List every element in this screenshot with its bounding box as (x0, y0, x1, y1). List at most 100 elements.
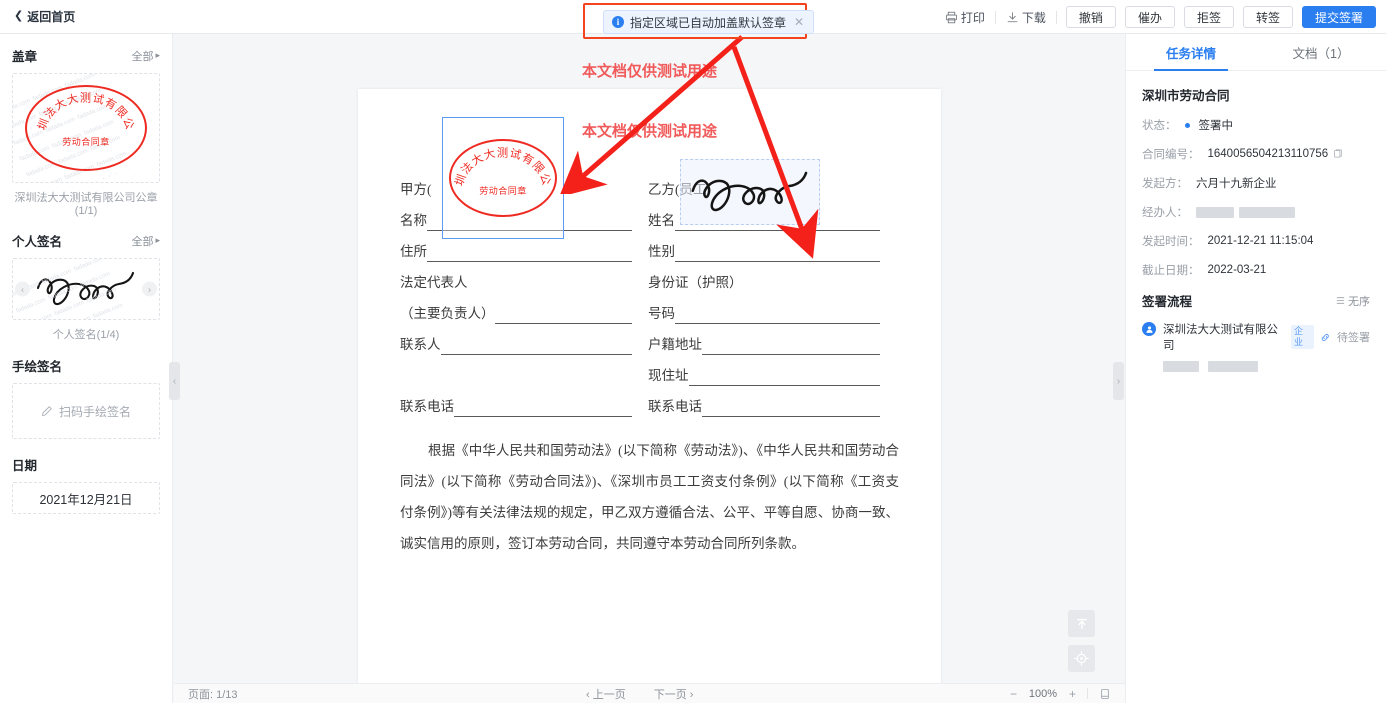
unordered-icon (1336, 297, 1345, 304)
document-viewer[interactable]: 本文档仅供测试用途 本文档仅供测试用途 甲方(圳法大大测试有限公 劳动合同章 … (174, 34, 1125, 683)
placed-seal-image: 深圳法大大测试有限公司 劳动合同章 (449, 139, 557, 217)
zoom-in-button[interactable]: + (1069, 687, 1076, 701)
detail-deadline: 截止日期： 2022-03-21 (1142, 262, 1370, 278)
field-party-a-phone: 联系电话 (400, 386, 632, 417)
right-panel: 任务详情 文档（1） 深圳市劳动合同 状态： 签署中 合同编号： 1640056… (1125, 34, 1386, 703)
download-icon (1007, 11, 1018, 22)
seal-view-all-label: 全部 (131, 50, 154, 63)
field-label: 联系人 (400, 337, 441, 352)
next-page-label: 下一页 (653, 688, 687, 701)
back-home-button[interactable]: ❮ 返回首页 (14, 8, 75, 25)
contract-title: 深圳市劳动合同 (1142, 89, 1230, 103)
detail-value (1196, 206, 1295, 218)
party-b-column: 乙方(员工) 姓名 性别 (648, 159, 880, 417)
prev-page-button[interactable]: ‹ 上一页 (586, 686, 626, 702)
participant-line: 深圳法大大测试有限公司 企业 待签署 (1163, 321, 1370, 353)
detail-contract-number: 合同编号： 1640056504213110756 (1142, 146, 1370, 162)
reject-sign-button[interactable]: 拒签 (1183, 6, 1234, 28)
field-label: 住所 (400, 244, 427, 259)
field-label: 户籍地址 (648, 337, 702, 352)
left-sidebar: 盖章 全部 ▸ fadada.com fadada.com fadada.com… (0, 34, 173, 703)
target-locate-icon (1074, 651, 1089, 666)
detail-value: 六月十九新企业 (1196, 178, 1277, 190)
scan-handwrite-button[interactable]: 扫码手绘签名 (12, 383, 160, 439)
tab-documents[interactable]: 文档（1） (1256, 34, 1386, 70)
print-button[interactable]: 打印 (935, 7, 995, 27)
field-line (675, 307, 880, 324)
auto-seal-notification: i 指定区域已自动加盖默认签章 ✕ (603, 10, 815, 34)
field-party-a-contact: 联系人 (400, 324, 632, 355)
zoom-controls: − 100% + (1010, 687, 1111, 701)
company-seal-image: 深圳法大大测试有限公司 劳动合同章 (25, 85, 147, 171)
signature-section-title: 个人签名 (12, 235, 63, 249)
collapse-left-panel-handle[interactable]: ‹ (169, 362, 180, 400)
field-label: 现住址 (648, 368, 689, 383)
task-details-body: 深圳市劳动合同 状态： 签署中 合同编号： 164005650421311075… (1126, 71, 1386, 377)
copy-icon[interactable] (1333, 149, 1343, 159)
page-indicator-label: 页面: (188, 688, 214, 701)
handwriting-section-title: 手绘签名 (12, 360, 63, 374)
signature-thumbnail[interactable]: fadada.com fadada.com fadada.com fadada.… (12, 258, 160, 320)
revoke-button[interactable]: 撤销 (1065, 6, 1116, 28)
download-button[interactable]: 下载 (996, 7, 1056, 27)
detail-initiator: 发起方： 六月十九新企业 (1142, 175, 1370, 191)
scroll-to-top-button[interactable] (1068, 610, 1095, 637)
party-a-header-label: 甲方( (400, 182, 432, 197)
signature-next-button[interactable]: › (142, 281, 157, 297)
field-party-b-household-address: 户籍地址 (648, 324, 880, 355)
tab-task-details[interactable]: 任务详情 (1126, 34, 1256, 71)
chevron-right-icon: ▸ (155, 50, 160, 60)
zoom-divider (1087, 688, 1088, 699)
arrow-up-to-line-icon (1076, 618, 1087, 629)
placed-seal-center-text: 劳动合同章 (479, 186, 527, 196)
signature-prev-button[interactable]: ‹ (15, 281, 30, 297)
field-line (688, 369, 880, 386)
field-line (427, 245, 632, 262)
redacted-block (1239, 206, 1295, 218)
handwritten-signature-image (36, 271, 135, 306)
collapse-right-panel-handle[interactable]: › (1113, 362, 1124, 400)
field-label: 法定代表人 (400, 275, 468, 290)
date-value-box[interactable]: 2021年12月21日 (12, 482, 160, 514)
contract-paragraph: 根据《中华人民共和国劳动法》(以下简称《劳动法》)、《中华人民共和国劳动合同法》… (400, 443, 899, 551)
signature-view-all-link[interactable]: 全部 ▸ (131, 233, 160, 249)
date-section-title: 日期 (12, 459, 38, 473)
svg-text:深圳法大大测试有限公司: 深圳法大大测试有限公司 (449, 145, 553, 188)
notification-text: 指定区域已自动加盖默认签章 (630, 15, 787, 30)
field-label: 联系电话 (648, 399, 702, 414)
field-line (702, 400, 880, 417)
back-home-label: 返回首页 (27, 10, 76, 24)
detail-initiated-time: 发起时间： 2021-12-21 11:15:04 (1142, 233, 1370, 249)
detail-key: 截止日期： (1142, 265, 1200, 277)
status-badge: 签署中 (1198, 120, 1234, 132)
party-a-column: 甲方( 深圳法大大测试有限公司 (400, 117, 632, 417)
seal-thumbnail[interactable]: fadada.com fadada.com fadada.com fadada.… (12, 73, 160, 183)
field-label: （主要负责人） (400, 306, 495, 321)
detail-value: 1640056504213110756 (1208, 148, 1344, 160)
close-icon[interactable]: ✕ (794, 15, 804, 29)
link-icon[interactable] (1320, 332, 1331, 343)
zoom-out-button[interactable]: − (1010, 687, 1017, 701)
transfer-sign-button[interactable]: 转签 (1242, 6, 1293, 28)
placed-seal-field[interactable]: 深圳法大大测试有限公司 劳动合同章 (442, 117, 564, 239)
print-label: 打印 (960, 10, 985, 25)
locate-signature-button[interactable] (1068, 645, 1095, 672)
seal-caption: 深圳法大大测试有限公司公章(1/1) (14, 192, 158, 217)
field-line (440, 338, 632, 355)
placed-signature-field[interactable] (680, 159, 820, 225)
submit-sign-button[interactable]: 提交签署 (1301, 6, 1376, 28)
avatar (1142, 322, 1156, 336)
detail-value: 2022-03-21 (1207, 264, 1267, 276)
printer-icon (945, 11, 957, 23)
next-page-button[interactable]: 下一页 › (654, 686, 694, 702)
fit-page-icon[interactable] (1099, 688, 1111, 700)
field-label: 名称 (400, 213, 427, 228)
urge-button[interactable]: 催办 (1124, 6, 1175, 28)
viewer-status-bar: 页面: 1/13 ‹ 上一页 下一页 › − 100% + (174, 683, 1125, 703)
field-party-b-id-number: 号码 (648, 293, 880, 324)
seal-view-all-link[interactable]: 全部 ▸ (131, 48, 160, 64)
redacted-block (1208, 361, 1259, 372)
signature-caption: 个人签名(1/4) (52, 329, 120, 341)
signature-view-all-label: 全部 (131, 235, 154, 248)
seal-section-header: 盖章 全部 ▸ (12, 46, 160, 65)
